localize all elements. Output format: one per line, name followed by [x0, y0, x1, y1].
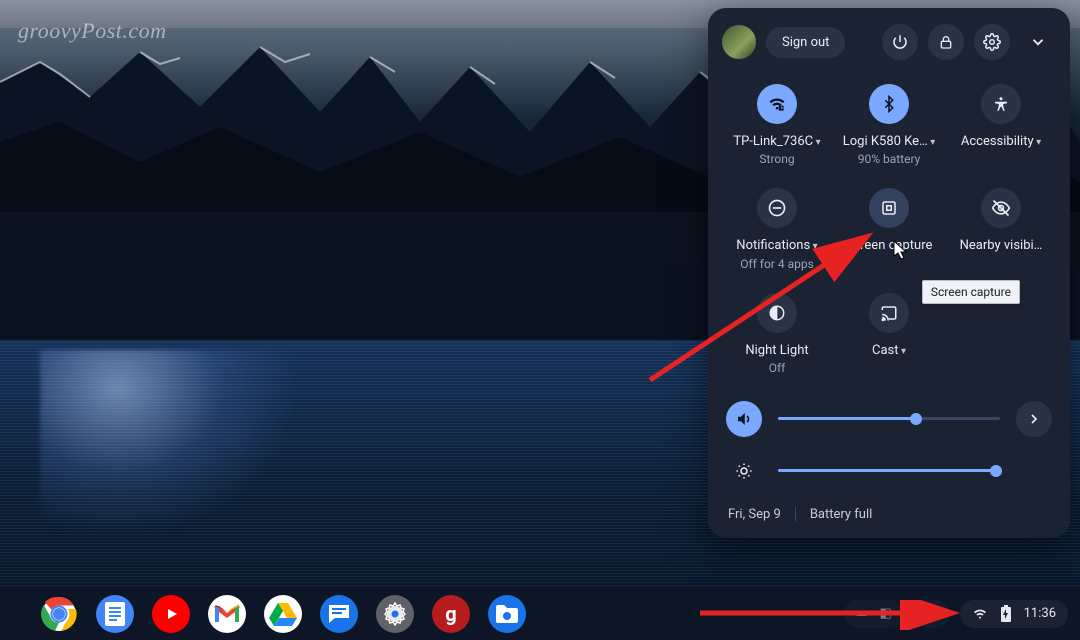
- app-messages[interactable]: [320, 595, 358, 633]
- audio-settings-button[interactable]: [1016, 401, 1052, 437]
- divider: [795, 507, 796, 521]
- tray-ime[interactable]: ◐: [914, 600, 950, 628]
- brightness-slider[interactable]: [778, 469, 1000, 472]
- dnd-icon: [757, 188, 797, 228]
- tray-pin-overview[interactable]: ▭ ◧: [844, 600, 904, 628]
- tile-wifi[interactable]: TP-Link_736C Strong: [722, 78, 832, 176]
- tile-nearby[interactable]: Nearby visibi…: [946, 182, 1056, 280]
- app-settings[interactable]: [376, 595, 414, 633]
- sign-out-button[interactable]: Sign out: [766, 27, 845, 58]
- overview-icon: ◧: [878, 606, 894, 622]
- lock-button[interactable]: [928, 24, 964, 60]
- wifi-icon: [757, 84, 797, 124]
- brightness-button[interactable]: [726, 453, 762, 489]
- app-gmail[interactable]: [208, 595, 246, 633]
- phone-icon: ▭: [854, 606, 870, 622]
- app-drive[interactable]: [264, 595, 302, 633]
- volume-slider[interactable]: [778, 417, 1000, 420]
- wifi-tray-icon: [972, 606, 988, 622]
- shelf: g ▭ ◧ ◐ 11:36: [0, 586, 1080, 640]
- footer-battery[interactable]: Battery full: [810, 507, 872, 522]
- shelf-apps: g: [40, 595, 526, 633]
- app-files[interactable]: [488, 595, 526, 633]
- accessibility-icon: [981, 84, 1021, 124]
- night-light-icon: [757, 293, 797, 333]
- tooltip-screen-capture: Screen capture: [922, 280, 1020, 304]
- tile-screen-capture[interactable]: Screen capture: [834, 182, 944, 280]
- tile-night-light[interactable]: Night Light Off: [722, 287, 832, 385]
- tile-accessibility[interactable]: Accessibility: [946, 78, 1056, 176]
- app-chrome[interactable]: [40, 595, 78, 633]
- app-youtube[interactable]: [152, 595, 190, 633]
- app-groovypost[interactable]: g: [432, 595, 470, 633]
- watermark-text: groovyPost.com: [18, 18, 167, 44]
- avatar[interactable]: [722, 25, 756, 59]
- footer-date: Fri, Sep 9: [728, 507, 781, 522]
- ime-icon: ◐: [924, 606, 940, 622]
- power-button[interactable]: [882, 24, 918, 60]
- cast-icon: [869, 293, 909, 333]
- bluetooth-icon: [869, 84, 909, 124]
- volume-button[interactable]: [726, 401, 762, 437]
- tile-bluetooth[interactable]: Logi K580 Ke… 90% battery: [834, 78, 944, 176]
- visibility-off-icon: [981, 188, 1021, 228]
- settings-button[interactable]: [974, 24, 1010, 60]
- quick-settings-panel: Sign out TP-Link_736C Strong Logi K580 K…: [708, 8, 1070, 538]
- app-docs[interactable]: [96, 595, 134, 633]
- screen-capture-icon: [869, 188, 909, 228]
- status-tray[interactable]: 11:36: [960, 600, 1068, 628]
- tray-time: 11:36: [1024, 606, 1056, 621]
- battery-tray-icon: [998, 606, 1014, 622]
- collapse-button[interactable]: [1020, 24, 1056, 60]
- volume-row: [722, 393, 1056, 445]
- brightness-row: [722, 445, 1056, 497]
- tile-notifications[interactable]: Notifications Off for 4 apps: [722, 182, 832, 280]
